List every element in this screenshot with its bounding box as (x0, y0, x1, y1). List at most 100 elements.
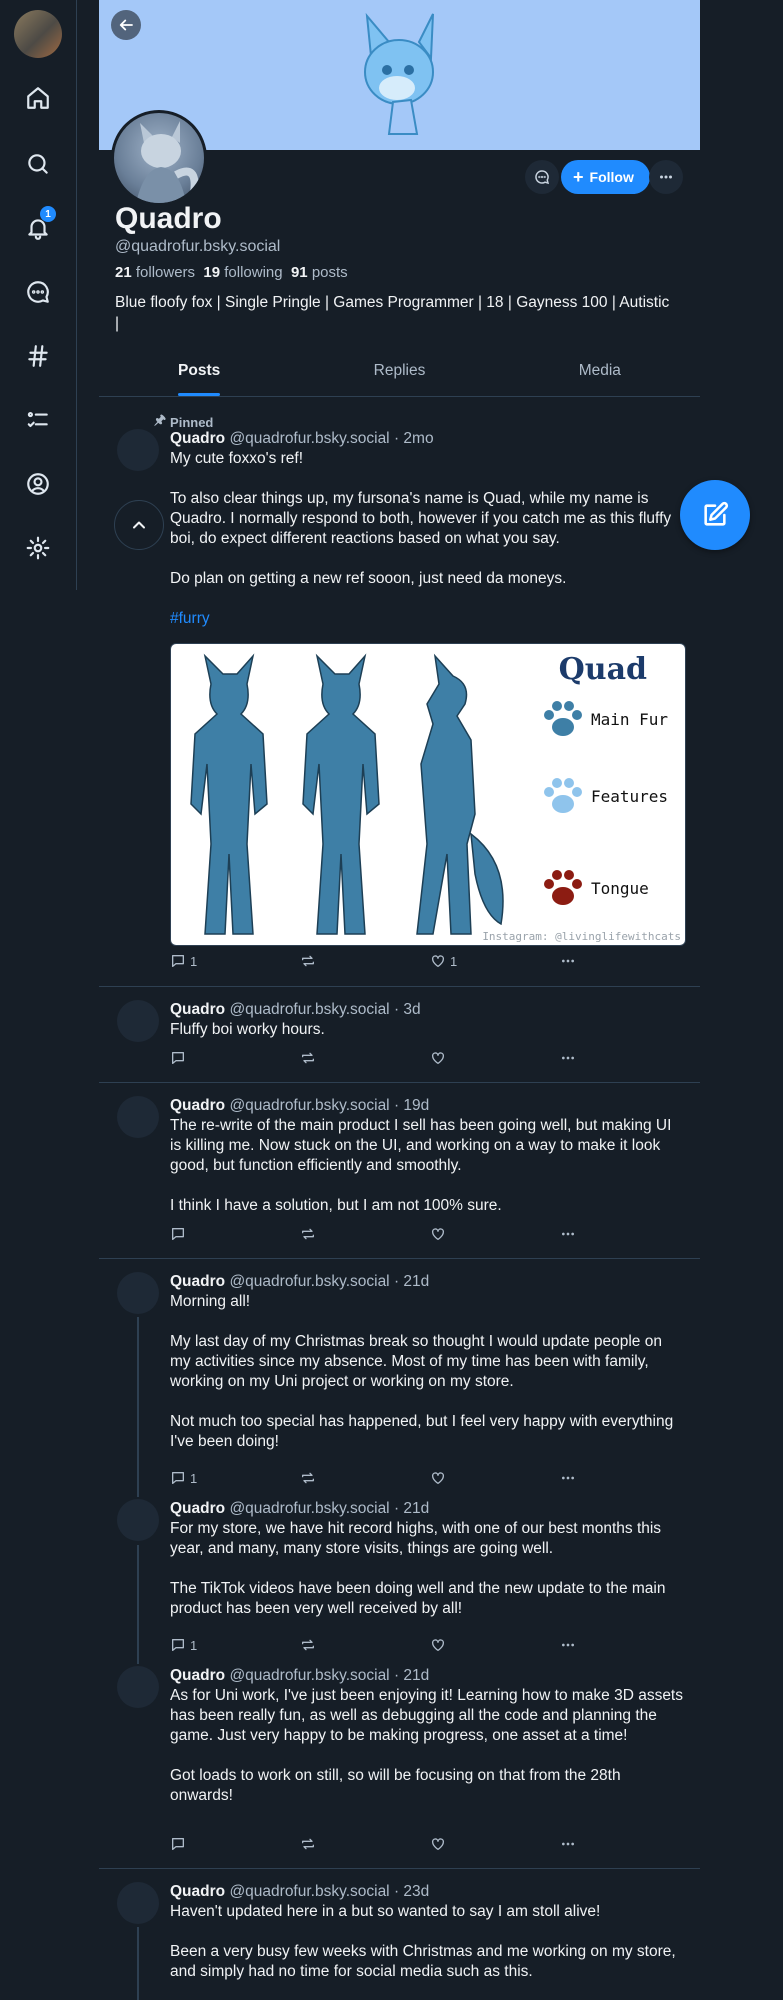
feed-post[interactable]: Quadro @quadrofur.bsky.social · 3d Fluff… (99, 987, 700, 1083)
post-time[interactable]: 23d (403, 1883, 429, 1900)
heart-icon (432, 955, 444, 967)
post-author[interactable]: Quadro (170, 1273, 225, 1290)
heart-icon (432, 1838, 444, 1850)
like-button[interactable]: 1 (430, 953, 457, 969)
avatar[interactable] (117, 1272, 159, 1314)
profile-stats: 21 followers 19 following 91 posts (115, 264, 348, 281)
hashtag-icon[interactable] (18, 336, 58, 376)
post-handle[interactable]: @quadrofur.bsky.social (229, 1001, 389, 1018)
post-handle[interactable]: @quadrofur.bsky.social (229, 430, 389, 447)
tab-replies[interactable]: Replies (299, 352, 499, 396)
paw-icon (544, 778, 582, 813)
post-menu-button[interactable] (560, 1226, 576, 1242)
post-time[interactable]: 21d (403, 1500, 429, 1517)
feed-post-thread-root[interactable]: Quadro @quadrofur.bsky.social · 21d Morn… (99, 1259, 700, 1497)
repost-button[interactable] (300, 1836, 316, 1852)
heart-icon (432, 1052, 444, 1064)
post-author[interactable]: Quadro (170, 1667, 225, 1684)
collapse-header-button[interactable] (114, 500, 164, 550)
avatar[interactable] (117, 1000, 159, 1042)
post-handle[interactable]: @quadrofur.bsky.social (229, 1273, 389, 1290)
post-time[interactable]: 21d (403, 1273, 429, 1290)
posts-stat: 91 posts (291, 264, 348, 281)
chat-icon[interactable] (18, 272, 58, 312)
avatar[interactable] (117, 1096, 159, 1138)
reply-button[interactable] (170, 1836, 190, 1852)
post-actions: 1 1 (170, 953, 590, 973)
post-handle[interactable]: @quadrofur.bsky.social (229, 1500, 389, 1517)
following-link[interactable]: 19 following (203, 264, 282, 281)
message-button[interactable] (525, 160, 559, 194)
post-meta: Quadro @quadrofur.bsky.social · 21d (170, 1273, 430, 1290)
hashtag-link[interactable]: #furry (170, 609, 685, 629)
reply-button[interactable] (170, 1226, 190, 1242)
lists-icon[interactable] (18, 400, 58, 440)
post-menu-button[interactable] (560, 1470, 576, 1486)
repost-button[interactable] (300, 1226, 316, 1242)
avatar[interactable] (117, 1882, 159, 1924)
profile-avatar[interactable] (111, 110, 207, 206)
like-button[interactable] (430, 1226, 450, 1242)
ref-sheet-title: Quad (558, 652, 647, 687)
like-button[interactable] (430, 1050, 450, 1066)
current-user-avatar[interactable] (14, 10, 62, 58)
post-body: Quadro @quadrofur.bsky.social · 23d Have… (170, 1882, 685, 1982)
post-time[interactable]: 2mo (403, 430, 433, 447)
repost-button[interactable] (300, 1470, 316, 1486)
tab-media[interactable]: Media (500, 352, 700, 396)
post-menu-button[interactable] (560, 1050, 576, 1066)
more-options-button[interactable] (649, 160, 683, 194)
post-author[interactable]: Quadro (170, 1500, 225, 1517)
followers-link[interactable]: 21 followers (115, 264, 195, 281)
ellipsis-icon (562, 959, 574, 963)
reply-button[interactable]: 1 (170, 1470, 197, 1486)
post-time[interactable]: 3d (403, 1001, 420, 1018)
post-time[interactable]: 21d (403, 1667, 429, 1684)
home-icon[interactable] (18, 78, 58, 118)
search-icon[interactable] (18, 144, 58, 184)
post-author[interactable]: Quadro (170, 1097, 225, 1114)
reply-button[interactable]: 1 (170, 1637, 197, 1653)
reply-button[interactable] (170, 1050, 190, 1066)
feed-post[interactable]: Quadro @quadrofur.bsky.social · 19d The … (99, 1083, 700, 1259)
avatar[interactable] (117, 1666, 159, 1708)
repost-button[interactable] (300, 1637, 316, 1653)
avatar[interactable] (117, 429, 159, 471)
tab-posts[interactable]: Posts (99, 352, 299, 396)
follow-button[interactable]: + Follow (561, 160, 650, 194)
thread-line (137, 1545, 139, 1664)
post-author[interactable]: Quadro (170, 430, 225, 447)
repost-button[interactable] (300, 1050, 316, 1066)
post-menu-button[interactable] (560, 1836, 576, 1852)
avatar[interactable] (117, 1499, 159, 1541)
feed-post-thread-reply[interactable]: Quadro @quadrofur.bsky.social · 21d For … (99, 1497, 700, 1664)
post-handle[interactable]: @quadrofur.bsky.social (229, 1667, 389, 1684)
like-button[interactable] (430, 1470, 450, 1486)
like-button[interactable] (430, 1836, 450, 1852)
feed-post-thread-reply[interactable]: Quadro @quadrofur.bsky.social · 21d As f… (99, 1664, 700, 1869)
post-text: The re-write of the main product I sell … (170, 1117, 672, 1214)
post-menu-button[interactable] (560, 953, 576, 969)
post-body: Quadro @quadrofur.bsky.social · 2mo My c… (170, 429, 685, 629)
notifications-bell-icon[interactable]: 1 (18, 206, 58, 248)
settings-gear-icon[interactable] (18, 528, 58, 568)
repost-button[interactable] (300, 953, 316, 969)
post-time[interactable]: 19d (403, 1097, 429, 1114)
feed-post-thread-root[interactable]: Quadro @quadrofur.bsky.social · 23d Have… (99, 1869, 700, 2000)
post-meta: Quadro @quadrofur.bsky.social · 21d (170, 1667, 430, 1684)
like-button[interactable] (430, 1637, 450, 1653)
post-handle[interactable]: @quadrofur.bsky.social (229, 1097, 389, 1114)
heart-icon (432, 1639, 444, 1651)
reply-button[interactable]: 1 (170, 953, 197, 969)
post-meta: Quadro @quadrofur.bsky.social · 21d (170, 1500, 430, 1517)
profile-icon[interactable] (18, 464, 58, 504)
post-author[interactable]: Quadro (170, 1001, 225, 1018)
post-menu-button[interactable] (560, 1637, 576, 1653)
post-handle[interactable]: @quadrofur.bsky.social (229, 1883, 389, 1900)
back-button[interactable] (111, 10, 141, 40)
compose-post-button[interactable] (680, 480, 750, 550)
feed-post-pinned[interactable]: 🖈 Pinned Quadro @quadrofur.bsky.social ·… (99, 397, 700, 987)
post-author[interactable]: Quadro (170, 1883, 225, 1900)
chevron-up-icon (133, 521, 145, 529)
post-image-ref-sheet[interactable]: Quad Main Fur Features Tongue Instagram:… (170, 643, 686, 946)
